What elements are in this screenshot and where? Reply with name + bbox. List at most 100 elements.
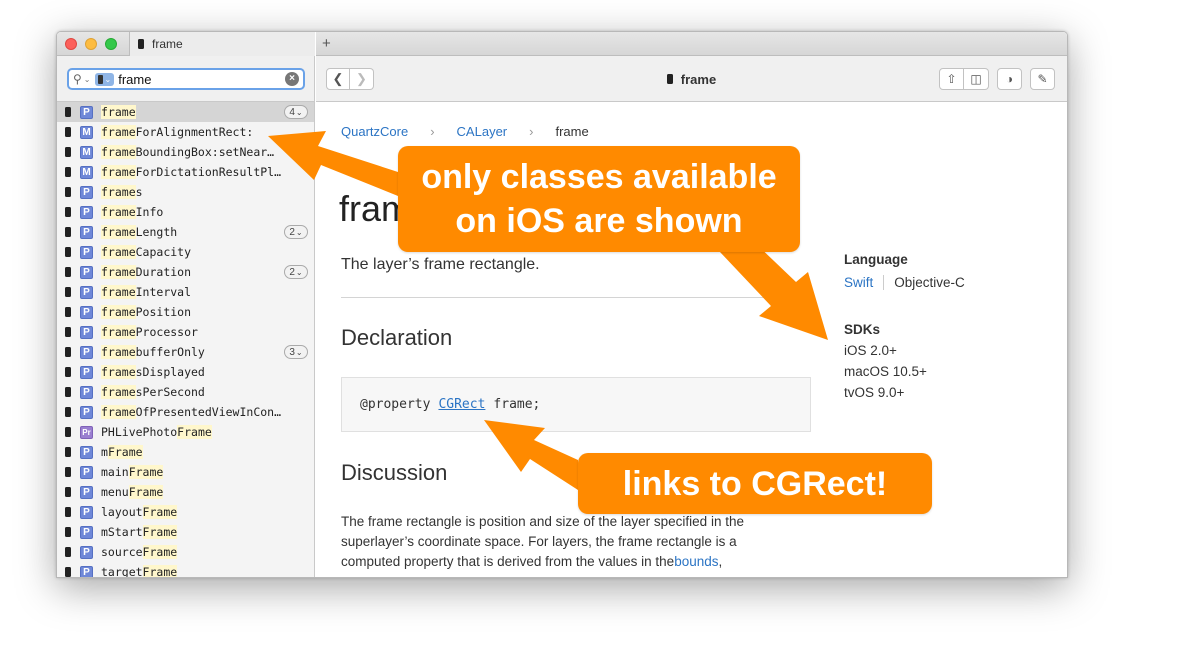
share-icon[interactable]: ⇧ xyxy=(939,68,964,90)
result-row[interactable]: PframePosition xyxy=(57,302,314,322)
annotate-icon[interactable]: ✎ xyxy=(1030,68,1055,90)
doc-sidebar: Language Swift Objective-C SDKs iOS 2.0+… xyxy=(844,252,965,400)
overload-count-badge[interactable]: 3 ⌄ xyxy=(284,345,308,359)
iphone-icon xyxy=(65,167,71,177)
language-objc: Objective-C xyxy=(894,275,965,290)
chevron-down-icon: ⌄ xyxy=(295,107,303,117)
zoom-window-button[interactable] xyxy=(105,38,117,50)
property-badge-icon: P xyxy=(80,485,93,499)
language-swift-link[interactable]: Swift xyxy=(844,275,885,290)
result-row[interactable]: PframeInfo xyxy=(57,202,314,222)
doc-abstract: The layer’s frame rectangle. xyxy=(341,256,540,273)
result-row[interactable]: PframeDuration 2 ⌄ xyxy=(57,262,314,282)
property-badge-icon: P xyxy=(80,185,93,199)
result-row[interactable]: MframeForDictationResultPl… xyxy=(57,162,314,182)
result-name-match: Frame xyxy=(142,545,178,559)
result-row[interactable]: PframeLength 2 ⌄ xyxy=(57,222,314,242)
iphone-icon xyxy=(65,147,71,157)
search-input[interactable]: ⚲ ⌄ ⌄ frame × xyxy=(67,68,305,90)
callout-ios-only: only classes available on iOS are shown xyxy=(398,146,800,252)
result-name-prefix: m xyxy=(101,445,108,459)
result-row[interactable]: PsourceFrame xyxy=(57,542,314,562)
sdks-heading: SDKs xyxy=(844,322,881,337)
overload-count-badge[interactable]: 2 ⌄ xyxy=(284,265,308,279)
result-name-match: frame xyxy=(101,265,136,279)
result-row[interactable]: Pframes xyxy=(57,182,314,202)
property-badge-icon: P xyxy=(80,565,93,577)
minimize-window-button[interactable] xyxy=(85,38,97,50)
result-name-match: frame xyxy=(101,345,136,359)
overload-count-badge[interactable]: 4 ⌄ xyxy=(284,105,308,119)
search-query[interactable]: frame xyxy=(118,72,285,87)
result-name: sourceFrame xyxy=(101,545,178,559)
discussion-line: superlayer’s coordinate space. For layer… xyxy=(341,534,737,549)
result-name-suffix: sPerSecond xyxy=(135,385,205,399)
overload-count-badge[interactable]: 2 ⌄ xyxy=(284,225,308,239)
iphone-icon xyxy=(65,567,71,577)
result-name: frameOfPresentedViewInCon… xyxy=(101,405,281,419)
result-row[interactable]: PframeInterval xyxy=(57,282,314,302)
result-row[interactable]: PmenuFrame xyxy=(57,482,314,502)
iphone-icon xyxy=(65,487,71,497)
cgrect-link[interactable]: CGRect xyxy=(438,397,485,412)
result-name-suffix: Interval xyxy=(135,285,192,299)
result-row[interactable]: PtargetFrame xyxy=(57,562,314,577)
breadcrumb-calayer[interactable]: CALayer xyxy=(457,124,508,139)
language-switcher: Swift Objective-C xyxy=(844,275,965,290)
divider xyxy=(341,297,811,298)
docset-scope-button[interactable]: ⌄ xyxy=(94,72,115,86)
result-name-match: frame xyxy=(101,405,136,419)
overload-count: 2 xyxy=(289,266,295,278)
property-badge-icon: P xyxy=(80,465,93,479)
result-row[interactable]: PframebufferOnly 3 ⌄ xyxy=(57,342,314,362)
result-name: layoutFrame xyxy=(101,505,178,519)
bounds-link[interactable]: bounds xyxy=(674,554,718,569)
result-row[interactable]: MframeForAlignmentRect: xyxy=(57,122,314,142)
iphone-icon xyxy=(65,287,71,297)
result-name-suffix: Capacity xyxy=(135,245,192,259)
result-row[interactable]: PframeOfPresentedViewInCon… xyxy=(57,402,314,422)
result-row[interactable]: MframeBoundingBox:setNear… xyxy=(57,142,314,162)
magnifier-icon[interactable]: ⚲ xyxy=(73,72,82,86)
result-name-match: frame xyxy=(101,245,136,259)
result-row[interactable]: PframesPerSecond xyxy=(57,382,314,402)
result-name-prefix: menu xyxy=(101,485,129,499)
toolbar-actions: ⇧ ◫ ◑ ✎ xyxy=(939,68,1055,90)
result-row[interactable]: PmainFrame xyxy=(57,462,314,482)
overload-count: 4 xyxy=(289,106,295,118)
method-badge-icon: M xyxy=(80,145,93,159)
contrast-icon[interactable]: ◑ xyxy=(997,68,1022,90)
property-badge-icon: P xyxy=(80,365,93,379)
result-name-match: frame xyxy=(101,225,136,239)
property-badge-icon: P xyxy=(80,385,93,399)
bookmarks-icon[interactable]: ◫ xyxy=(964,68,989,90)
iphone-icon xyxy=(666,74,673,84)
result-name-suffix: Info xyxy=(135,205,164,219)
result-name-prefix: PHLivePhoto xyxy=(101,425,178,439)
chevron-down-icon: ⌄ xyxy=(295,267,303,277)
result-row[interactable]: PframesDisplayed xyxy=(57,362,314,382)
result-row[interactable]: PmFrame xyxy=(57,442,314,462)
result-row[interactable]: PmStartFrame xyxy=(57,522,314,542)
result-row[interactable]: Pr PHLivePhotoFrame xyxy=(57,422,314,442)
new-tab-button[interactable]: + xyxy=(322,35,331,52)
result-row[interactable]: PlayoutFrame xyxy=(57,502,314,522)
discussion-line: computed property that is derived from t… xyxy=(341,552,786,572)
property-badge-icon: P xyxy=(80,265,93,279)
property-badge-icon: P xyxy=(80,405,93,419)
tab-frame[interactable]: frame xyxy=(129,32,315,56)
property-badge-icon: P xyxy=(80,445,93,459)
close-window-button[interactable] xyxy=(65,38,77,50)
result-row[interactable]: PframeProcessor xyxy=(57,322,314,342)
discussion-line-text: computed property that is derived from t… xyxy=(341,554,675,569)
property-badge-icon: P xyxy=(80,345,93,359)
results-list: Pframe 4 ⌄ MframeForAlignmentRect: MframeBou… xyxy=(57,102,314,577)
iphone-icon xyxy=(65,227,71,237)
result-name: mainFrame xyxy=(101,465,164,479)
result-row[interactable]: PframeCapacity xyxy=(57,242,314,262)
iphone-icon xyxy=(65,447,71,457)
clear-search-icon[interactable]: × xyxy=(285,72,299,86)
result-name-match: Frame xyxy=(142,525,178,539)
breadcrumb-quartzcore[interactable]: QuartzCore xyxy=(341,124,408,139)
result-row[interactable]: Pframe 4 ⌄ xyxy=(57,102,314,122)
